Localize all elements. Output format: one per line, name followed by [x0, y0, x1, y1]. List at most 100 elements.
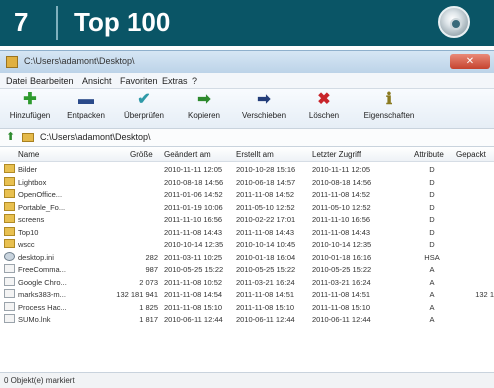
cell-created: 2011-03-21 16:24 [236, 277, 295, 287]
cell-name: Bilder [18, 165, 38, 174]
table-row[interactable]: FreeComma... 987 2010-05-25 15:22 2010-05-2… [0, 263, 494, 275]
window-title: C:\Users\adamont\Desktop\ [24, 56, 135, 66]
cell-attributes: D [429, 177, 435, 187]
cell-name: Lightbox [18, 177, 47, 187]
cell-modified: 2011-01-19 10:06 [164, 202, 223, 212]
cell-modified: 2011-11-08 14:43 [164, 227, 223, 237]
table-row[interactable]: Portable_Fo... 2011-01-19 10:06 2011-05-10… [0, 201, 494, 213]
cell-modified: 2011-11-08 15:10 [164, 302, 223, 312]
table-row[interactable]: desktop.ini 282 2011-03-11 10:25 2010-01-18… [0, 251, 494, 263]
table-row[interactable]: Google Chro... 2 073 2011-11-08 10:52 2011-… [0, 276, 494, 288]
address-input[interactable]: C:\Users\adamont\Desktop\ [40, 132, 151, 142]
extract-button[interactable]: ▬ Entpacken [58, 92, 114, 128]
cell-created: 2010-10-14 10:45 [236, 240, 296, 249]
cell-packed: 132 1 [475, 290, 494, 299]
menu-extras[interactable]: Extras [162, 76, 188, 86]
properties-button[interactable]: ℹ Eigenschaften [356, 92, 422, 128]
column-packed[interactable]: Gepackt [456, 150, 494, 159]
cell-accessed: 2010-06-11 12:44 [312, 315, 371, 324]
table-row[interactable]: Top10 2011-11-08 14:43 2011-11-08 14:43 201… [0, 226, 494, 238]
plus-icon: ✚ [23, 91, 37, 108]
cell-size: 1 817 [139, 315, 158, 324]
menu-datei[interactable]: Datei [6, 76, 27, 86]
section-banner: 7 Top 100 [0, 0, 494, 46]
cell-name: Portable_Fo... [18, 202, 66, 212]
file-icon [4, 276, 15, 286]
column-accessed[interactable]: Letzter Zugriff [312, 150, 361, 159]
menu-help[interactable]: ? [192, 76, 197, 86]
add-button[interactable]: ✚ Hinzufügen [2, 92, 58, 128]
file-icon [4, 289, 15, 298]
menu-ansicht[interactable]: Ansicht [82, 76, 112, 86]
arrow-right-blue-icon: ➡ [257, 91, 271, 108]
move-button[interactable]: ➡ Verschieben [236, 92, 292, 128]
table-row[interactable]: OpenOffice... 2011-01-06 14:52 2011-11-08 … [0, 188, 494, 200]
table-row[interactable]: Bilder 2010-11-11 12:05 2010-10-28 15:16 20… [0, 163, 494, 175]
file-icon [4, 314, 15, 323]
cell-size: 132 181 941 [116, 290, 158, 299]
menu-favoriten[interactable]: Favoriten [120, 76, 158, 86]
column-attributes[interactable]: Attribute [414, 150, 444, 159]
folder-icon [4, 189, 15, 198]
copy-button[interactable]: ➡ Kopieren [176, 92, 232, 128]
cell-accessed: 2011-05-10 12:52 [312, 202, 371, 212]
arrow-right-green-icon: ➡ [197, 91, 211, 108]
cell-accessed: 2011-11-10 16:56 [312, 215, 371, 224]
cell-accessed: 2010-08-18 14:56 [312, 177, 372, 187]
cell-modified: 2010-08-18 14:56 [164, 177, 224, 187]
cell-size: 2 073 [139, 277, 158, 287]
cell-created: 2010-06-11 12:44 [236, 315, 295, 324]
close-button[interactable]: ✕ [450, 54, 490, 69]
cell-created: 2011-11-08 15:10 [236, 302, 295, 312]
cell-created: 2010-06-18 14:57 [236, 177, 296, 187]
cell-attributes: A [429, 290, 435, 299]
list-header: Name Größe Geändert am Erstellt am Letzt… [0, 147, 494, 162]
column-size[interactable]: Größe [130, 150, 153, 159]
check-icon: ✔ [137, 91, 151, 108]
toolbar: ✚ Hinzufügen ▬ Entpacken ✔ Überprüfen ➡ … [0, 89, 494, 129]
title-bar: C:\Users\adamont\Desktop\ ✕ [0, 51, 494, 73]
app-icon [6, 56, 18, 68]
cell-size: 282 [145, 252, 158, 262]
table-row[interactable]: Lightbox 2010-08-18 14:56 2010-06-18 14:57… [0, 176, 494, 188]
cell-modified: 2011-11-08 14:54 [164, 290, 223, 299]
cell-modified: 2010-05-25 15:22 [164, 265, 224, 274]
minus-icon: ▬ [78, 91, 94, 108]
test-button[interactable]: ✔ Überprüfen [116, 92, 172, 128]
menu-bearbeiten[interactable]: Bearbeiten [30, 76, 74, 86]
cell-size: 987 [145, 265, 158, 274]
settings-file-icon [4, 251, 15, 261]
table-row[interactable]: SUMo.lnk 1 817 2010-06-11 12:44 2010-06-11 … [0, 313, 494, 325]
folder-icon [4, 201, 15, 211]
cell-attributes: D [429, 202, 435, 212]
cell-attributes: A [429, 302, 435, 312]
menu-bar: Datei Bearbeiten Ansicht Favoriten Extra… [0, 73, 494, 89]
folder-icon [4, 164, 15, 173]
table-row[interactable]: screens 2011-11-10 16:56 2010-02-22 17:01 2… [0, 213, 494, 225]
column-created[interactable]: Erstellt am [236, 150, 274, 159]
table-row[interactable]: wscc 2010-10-14 12:35 2010-10-14 10:45 2010… [0, 238, 494, 250]
column-modified[interactable]: Geändert am [164, 150, 211, 159]
cell-name: screens [18, 215, 45, 224]
folder-icon [22, 133, 34, 142]
cell-created: 2010-10-28 15:16 [236, 165, 296, 174]
cell-name: wscc [18, 240, 35, 249]
cell-accessed: 2010-10-14 12:35 [312, 240, 372, 249]
cell-created: 2011-05-10 12:52 [236, 202, 295, 212]
folder-icon [4, 176, 15, 186]
file-list: Name Größe Geändert am Erstellt am Letzt… [0, 147, 494, 373]
column-name[interactable]: Name [18, 150, 39, 159]
delete-button[interactable]: ✖ Löschen [296, 92, 352, 128]
cell-accessed: 2011-11-08 15:10 [312, 302, 371, 312]
cell-accessed: 2011-11-08 14:51 [312, 290, 371, 299]
address-bar: ⬆ C:\Users\adamont\Desktop\ [0, 129, 494, 147]
folder-icon [4, 226, 15, 236]
table-row[interactable]: Process Hac... 1 825 2011-11-08 15:10 2011-… [0, 301, 494, 313]
cell-attributes: D [429, 227, 435, 237]
table-row[interactable]: marks383-m... 132 181 941 2011-11-08 14:54… [0, 288, 494, 300]
cell-accessed: 2011-03-21 16:24 [312, 277, 371, 287]
cell-created: 2010-01-18 16:04 [236, 252, 296, 262]
cell-attributes: A [429, 265, 435, 274]
folder-up-icon[interactable]: ⬆ [6, 132, 15, 143]
cell-created: 2011-11-08 14:43 [236, 227, 295, 237]
